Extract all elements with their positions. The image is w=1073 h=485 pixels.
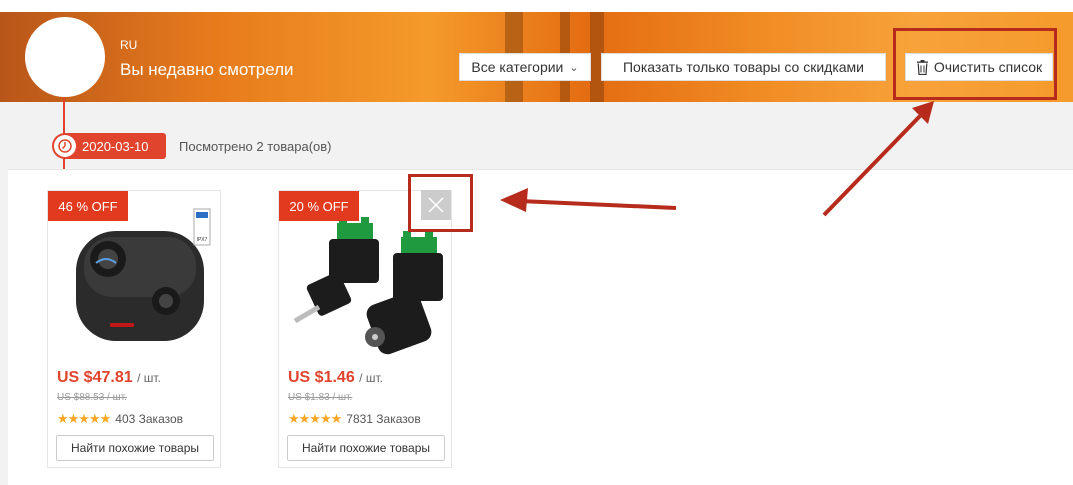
annotation-arrow [822, 114, 922, 217]
annotation-arrows [500, 101, 934, 217]
annotation-arrowhead [500, 188, 528, 212]
annotation-arrow [519, 199, 677, 210]
